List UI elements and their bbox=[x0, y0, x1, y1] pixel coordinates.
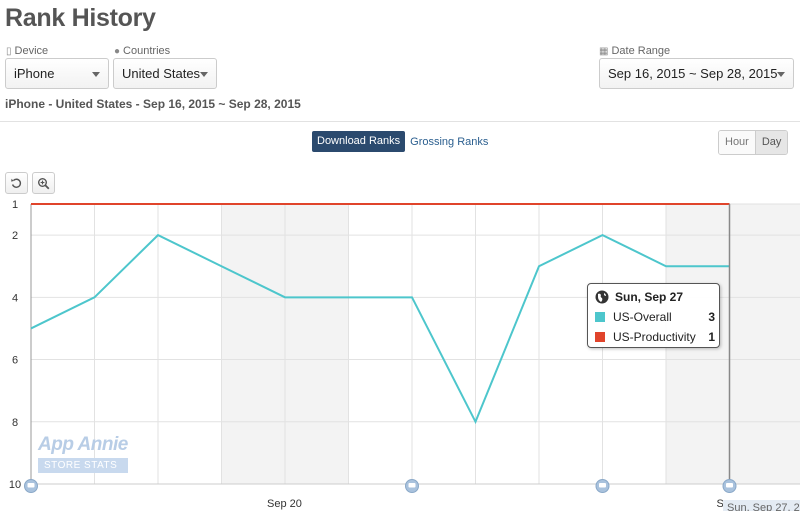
y-tick-label: 2 bbox=[12, 230, 18, 242]
crosshair-date-label: Sun, Sep 27, 20 bbox=[723, 500, 800, 511]
tab-grossing-ranks[interactable]: Grossing Ranks bbox=[405, 132, 493, 152]
y-tick-label: 6 bbox=[12, 355, 18, 367]
y-tick-label: 4 bbox=[12, 292, 18, 304]
marker-speech-bubble bbox=[27, 483, 35, 488]
watermark-subtitle: STORE STATS bbox=[38, 458, 128, 473]
countries-select[interactable]: United States bbox=[113, 58, 217, 89]
countries-label-text: Countries bbox=[123, 45, 171, 57]
hour-button[interactable]: Hour bbox=[719, 131, 755, 154]
date-range-label-text: Date Range bbox=[611, 45, 671, 57]
undo-icon bbox=[11, 178, 22, 188]
tooltip-series-name: US-Overall bbox=[613, 310, 672, 324]
globe-icon bbox=[595, 290, 609, 304]
watermark-title: App Annie bbox=[38, 434, 128, 455]
device-label-text: Device bbox=[14, 45, 49, 57]
globe-icon: ● bbox=[114, 45, 121, 57]
chevron-down-icon bbox=[200, 72, 208, 77]
calendar-icon: ▦ bbox=[599, 45, 609, 57]
chart-subtitle: iPhone - United States - Sep 16, 2015 ~ … bbox=[5, 97, 301, 111]
marker-speech-bubble bbox=[726, 483, 733, 488]
chart-tooltip: Sun, Sep 27 US-Overall 3 US-Productivity… bbox=[587, 283, 720, 348]
x-tick-label: Sep 20 bbox=[267, 498, 302, 510]
divider bbox=[0, 121, 800, 122]
tooltip-header: Sun, Sep 27 bbox=[595, 290, 683, 304]
rank-type-tabs: Download Ranks Grossing Ranks bbox=[312, 131, 493, 152]
date-range-select[interactable]: Sep 16, 2015 ~ Sep 28, 2015 bbox=[599, 58, 794, 89]
app-annie-watermark: App Annie STORE STATS bbox=[38, 434, 128, 473]
annotation-marker-icon[interactable] bbox=[405, 479, 419, 493]
countries-value: United States bbox=[122, 66, 201, 81]
zoom-button[interactable] bbox=[32, 172, 55, 194]
tooltip-row-us-productivity: US-Productivity 1 bbox=[595, 330, 715, 344]
device-select[interactable]: iPhone bbox=[5, 58, 109, 89]
y-tick-label: 10 bbox=[9, 479, 21, 491]
tooltip-series-value: 1 bbox=[708, 330, 715, 344]
day-button[interactable]: Day bbox=[754, 131, 788, 154]
device-label: ▯ Device bbox=[6, 45, 48, 57]
page-title: Rank History bbox=[5, 4, 156, 32]
tooltip-series-name: US-Productivity bbox=[613, 330, 696, 344]
device-value: iPhone bbox=[14, 66, 55, 81]
y-tick-label: 1 bbox=[12, 199, 18, 211]
chevron-down-icon bbox=[777, 72, 785, 77]
y-tick-label: 8 bbox=[12, 417, 18, 429]
reset-zoom-button[interactable] bbox=[5, 172, 28, 194]
annotation-marker-icon[interactable] bbox=[24, 479, 38, 493]
marker-speech-bubble bbox=[408, 483, 416, 488]
tooltip-series-value: 3 bbox=[708, 310, 715, 324]
tab-download-ranks[interactable]: Download Ranks bbox=[312, 131, 406, 152]
countries-label: ● Countries bbox=[114, 45, 170, 57]
series-swatch bbox=[595, 312, 605, 322]
annotation-marker-icon[interactable] bbox=[595, 479, 610, 493]
phone-icon: ▯ bbox=[6, 45, 12, 57]
granularity-toggle: Hour Day bbox=[718, 130, 789, 155]
tooltip-row-us-overall: US-Overall 3 bbox=[595, 310, 715, 324]
marker-speech-bubble bbox=[599, 483, 606, 488]
magnifier-plus-icon bbox=[38, 177, 50, 189]
date-range-label: ▦ Date Range bbox=[599, 45, 670, 57]
annotation-marker-icon[interactable] bbox=[722, 479, 737, 493]
chevron-down-icon bbox=[92, 72, 100, 77]
date-range-value: Sep 16, 2015 ~ Sep 28, 2015 bbox=[608, 66, 778, 81]
series-swatch bbox=[595, 332, 605, 342]
tooltip-date: Sun, Sep 27 bbox=[615, 290, 684, 304]
